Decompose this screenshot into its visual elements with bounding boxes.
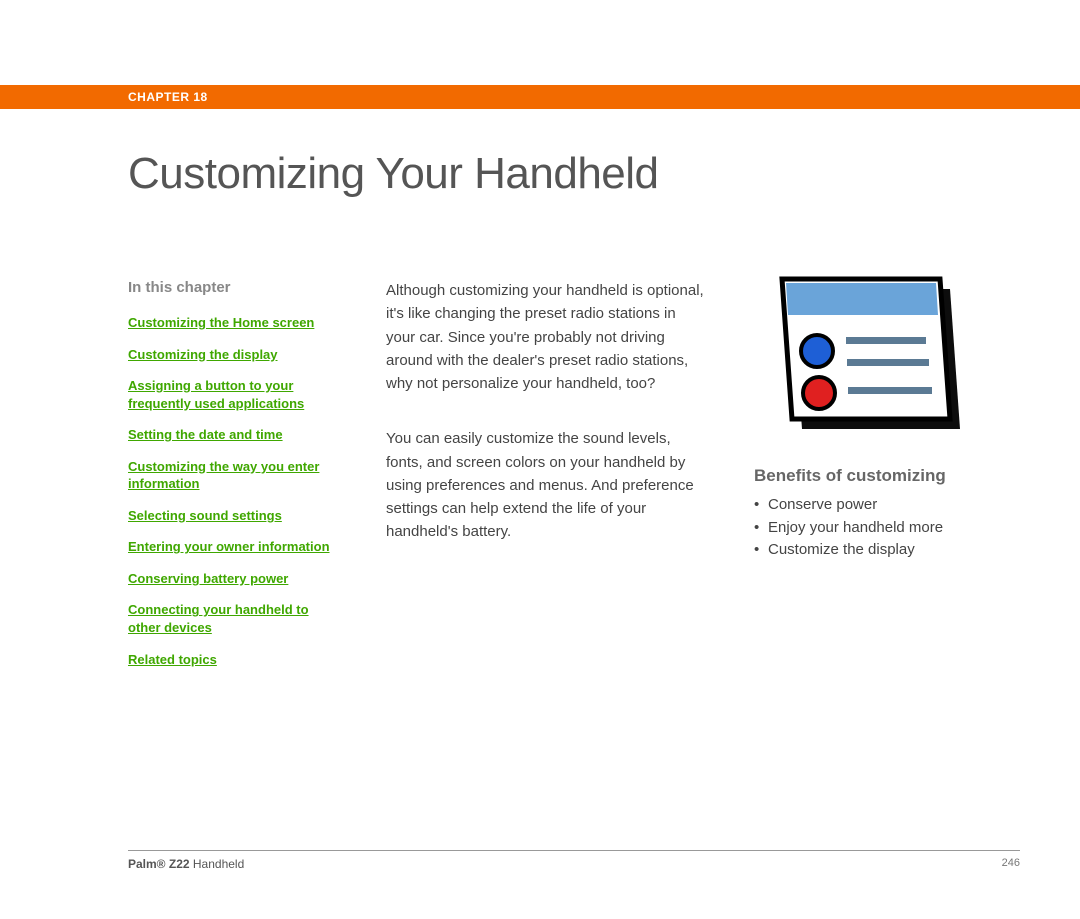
link-connecting-devices[interactable]: Connecting your handheld to other device…: [128, 601, 338, 636]
link-customizing-entry[interactable]: Customizing the way you enter informatio…: [128, 458, 338, 493]
benefit-item: Enjoy your handheld more: [754, 517, 1020, 540]
footer-product-name: Palm® Z22: [128, 857, 190, 871]
preferences-illustration-icon: [762, 267, 1020, 442]
right-column: Benefits of customizing Conserve power E…: [754, 279, 1020, 682]
link-sound-settings[interactable]: Selecting sound settings: [128, 507, 338, 525]
sidebar-heading: In this chapter: [128, 279, 338, 296]
intro-paragraph-2: You can easily customize the sound level…: [386, 427, 706, 543]
link-setting-date-time[interactable]: Setting the date and time: [128, 426, 338, 444]
page-title: Customizing Your Handheld: [128, 149, 1080, 199]
page-footer: Palm® Z22 Handheld 246: [128, 850, 1020, 871]
footer-page-number: 246: [1002, 857, 1020, 871]
body-column: Although customizing your handheld is op…: [386, 279, 706, 682]
footer-product: Palm® Z22 Handheld: [128, 857, 244, 871]
benefit-item: Customize the display: [754, 539, 1020, 562]
link-conserving-battery[interactable]: Conserving battery power: [128, 570, 338, 588]
benefits-heading: Benefits of customizing: [754, 466, 1020, 486]
benefits-list: Conserve power Enjoy your handheld more …: [754, 494, 1020, 562]
content-columns: In this chapter Customizing the Home scr…: [128, 279, 1080, 682]
link-assigning-button[interactable]: Assigning a button to your frequently us…: [128, 377, 338, 412]
benefit-item: Conserve power: [754, 494, 1020, 517]
link-customizing-display[interactable]: Customizing the display: [128, 346, 338, 364]
intro-paragraph-1: Although customizing your handheld is op…: [386, 279, 706, 395]
chapter-bar: CHAPTER 18: [0, 85, 1080, 109]
sidebar-in-this-chapter: In this chapter Customizing the Home scr…: [128, 279, 338, 682]
link-owner-information[interactable]: Entering your owner information: [128, 538, 338, 556]
link-related-topics[interactable]: Related topics: [128, 651, 338, 669]
link-customizing-home-screen[interactable]: Customizing the Home screen: [128, 314, 338, 332]
footer-product-suffix: Handheld: [190, 857, 245, 871]
